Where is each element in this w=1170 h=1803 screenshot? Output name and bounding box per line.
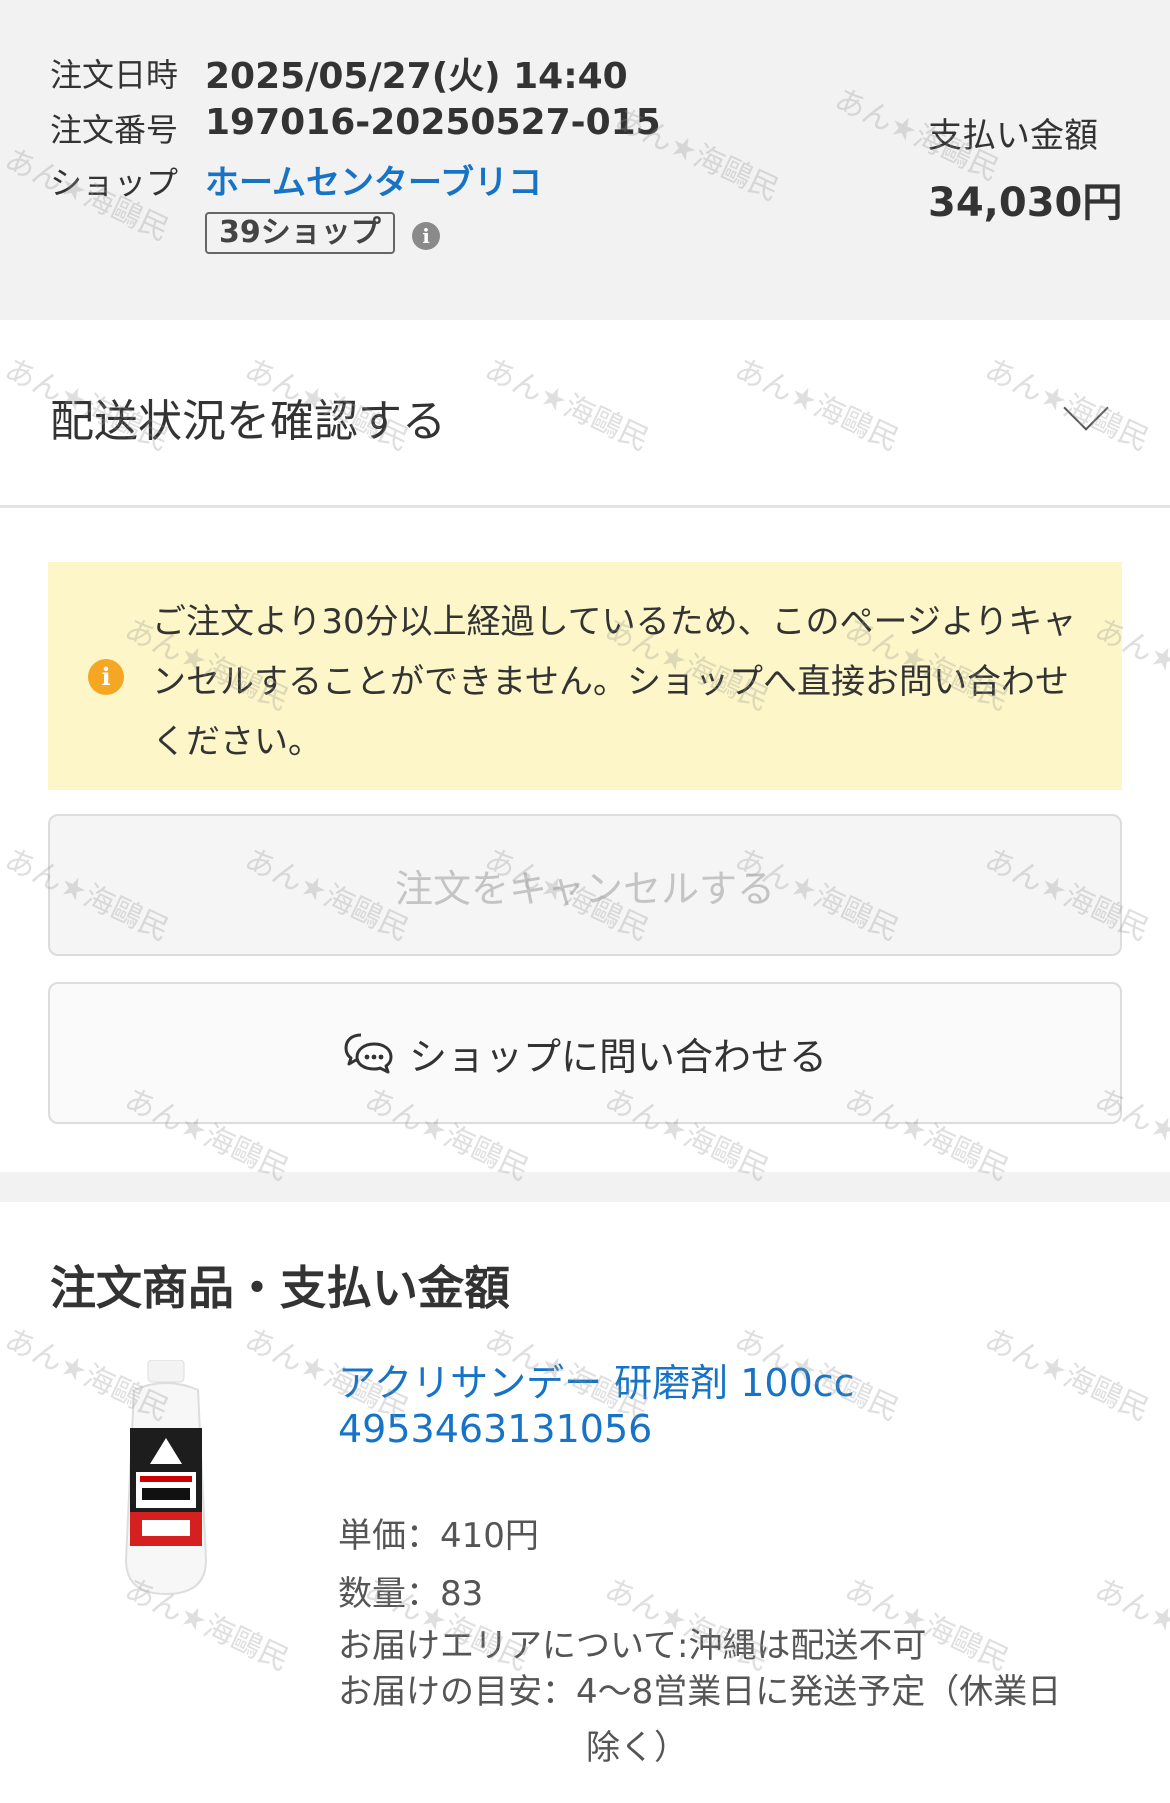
quantity: 数量：83 (338, 1574, 484, 1614)
info-icon[interactable]: i (412, 222, 440, 250)
order-date-value: 2025/05/27(火) 14:40 (205, 56, 628, 97)
product-name-link[interactable]: アクリサンデー 研磨剤 100cc 4953463131056 (338, 1360, 1128, 1452)
delivery-estimate-line2: 除く） (586, 1728, 688, 1768)
delivery-area: お届けエリアについて:沖縄は配送不可 (338, 1626, 927, 1666)
delivery-estimate: お届けの目安：4〜8営業日に発送予定（休業日 除く） (338, 1664, 1138, 1776)
watermark-text: あん★海鷗民 (1089, 1571, 1170, 1679)
info-icon: i (88, 659, 124, 695)
payment-label: 支払い金額 (928, 116, 1098, 156)
order-summary-header: 注文日時 2025/05/27(火) 14:40 注文番号 197016-202… (0, 0, 1170, 320)
order-number-value: 197016-20250527-015 (205, 102, 661, 143)
section-divider (0, 1172, 1170, 1202)
contact-shop-label: ショップに問い合わせる (408, 1034, 827, 1079)
cancel-order-label: 注文をキャンセルする (394, 866, 775, 911)
product-image[interactable] (120, 1360, 212, 1596)
order-date-label: 注文日時 (50, 56, 179, 94)
chevron-down-icon (1063, 385, 1109, 431)
delivery-status-row[interactable]: 配送状況を確認する (0, 320, 1170, 508)
cancel-notice-text: ご注文より30分以上経過しているため、このページよりキャンセルすることができませ… (152, 602, 1077, 762)
cancel-order-button[interactable]: 注文をキャンセルする (48, 814, 1122, 956)
chat-icon (344, 1033, 393, 1074)
shop-badge: 39ショップ (205, 212, 395, 254)
contact-shop-button[interactable]: ショップに問い合わせる (48, 982, 1122, 1124)
order-number-label: 注文番号 (50, 111, 179, 149)
delivery-estimate-line1: お届けの目安：4〜8営業日に発送予定（休業日 (338, 1672, 1062, 1712)
shop-name-link[interactable]: ホームセンターブリコ (205, 155, 542, 204)
shop-label: ショップ (50, 164, 179, 202)
payment-amount: 34,030円 (928, 180, 1123, 226)
delivery-status-title: 配送状況を確認する (50, 396, 446, 447)
order-items-title: 注文商品・支払い金額 (50, 1261, 510, 1315)
cancel-notice-banner: i ご注文より30分以上経過しているため、このページよりキャンセルすることができ… (48, 562, 1122, 790)
unit-price: 単価：410円 (338, 1516, 539, 1556)
